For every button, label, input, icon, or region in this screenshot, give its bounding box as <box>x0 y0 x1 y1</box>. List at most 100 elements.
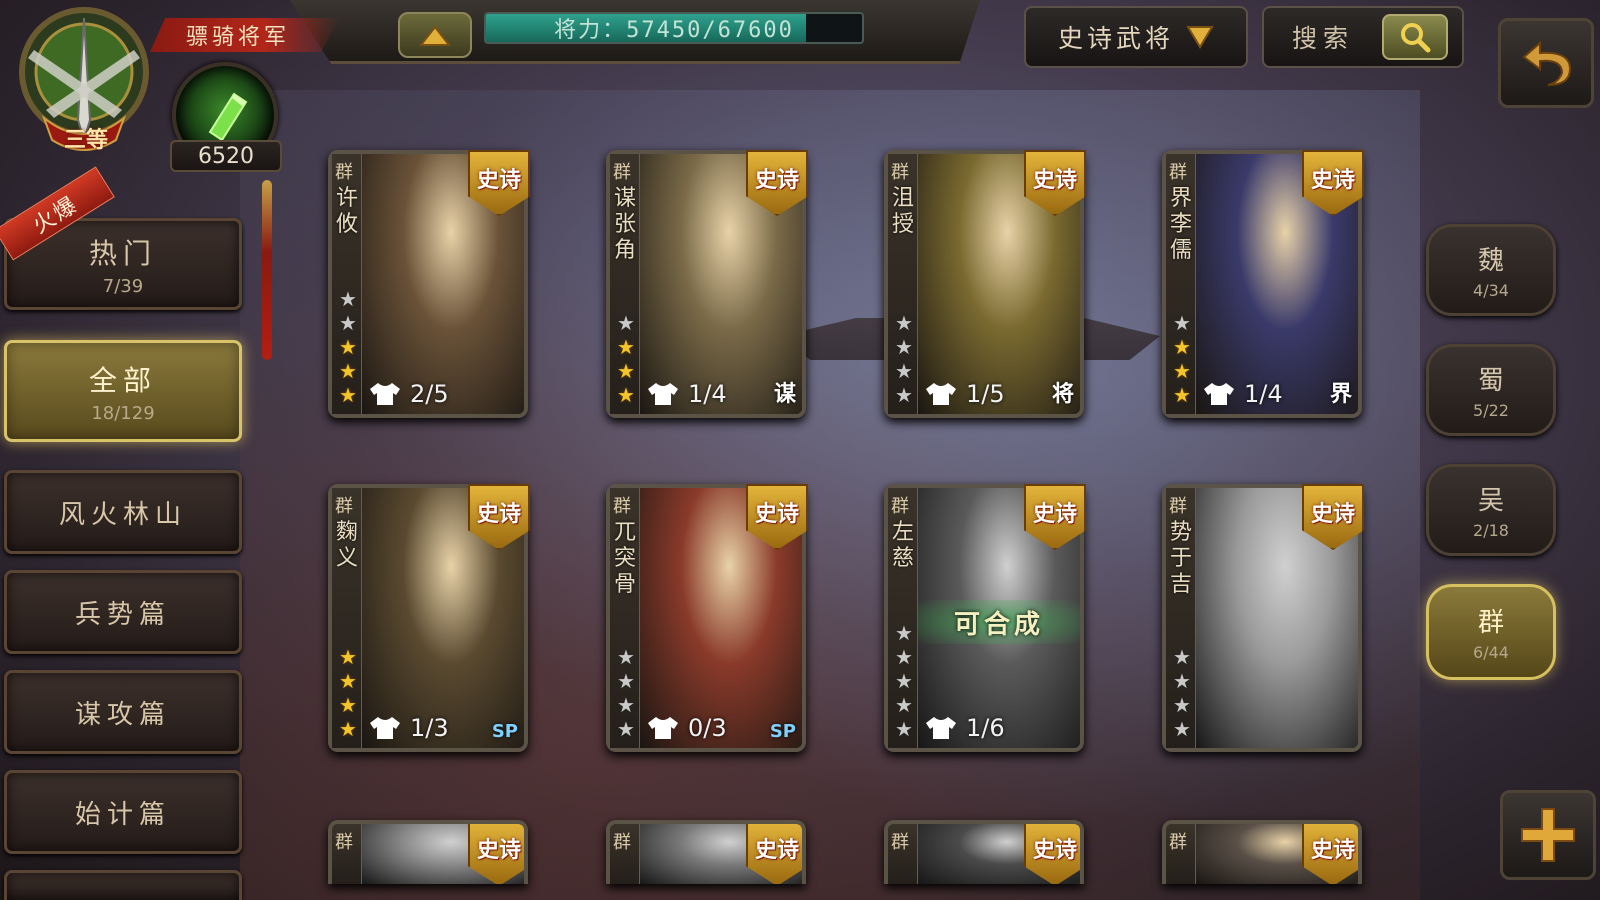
hero-name: 许攸 <box>336 186 359 237</box>
grey-star-icon: ★ <box>1173 311 1191 335</box>
hero-card[interactable]: 群兀突骨 ★ ★ ★ ★ 史诗 0/3 SP <box>606 484 808 752</box>
expand-up-button[interactable] <box>398 12 472 58</box>
grey-star-icon: ★ <box>1173 645 1191 669</box>
hero-faction: 群 <box>1169 832 1187 853</box>
search-icon <box>1401 23 1431 53</box>
skin-count: 1/3 <box>368 714 449 742</box>
hero-name: 谋张角 <box>614 186 637 263</box>
sidebar-tab-label: 兵势篇 <box>74 599 171 630</box>
sidebar-tab-fenghuolinshan[interactable]: 风火林山 <box>4 470 242 554</box>
grey-star-icon: ★ <box>1173 693 1191 717</box>
faction-count: 5/22 <box>1473 401 1509 420</box>
hero-star-rating: ★ ★ ★ ★ <box>1171 646 1193 740</box>
hero-card[interactable]: 群史诗 <box>1162 820 1362 884</box>
search-label: 搜索 <box>1292 24 1355 53</box>
shirt-icon <box>370 383 400 405</box>
triangle-up-icon <box>418 25 452 46</box>
shirt-icon <box>648 383 678 405</box>
skin-count: 1/6 <box>924 714 1005 742</box>
skin-count-text: 1/5 <box>966 380 1005 408</box>
hero-card[interactable]: 群许攸 ★ ★ ★ ★ ★ 史诗 2/5 <box>328 150 530 418</box>
grey-star-icon: ★ <box>895 311 913 335</box>
hero-star-rating: ★ ★ ★ ★ <box>337 646 359 740</box>
rank-emblem[interactable]: 三等 <box>4 0 164 160</box>
gold-star-icon: ★ <box>339 383 357 407</box>
power-progress-text: 将力：57450/67600 <box>554 18 794 43</box>
hero-card[interactable]: 群势于吉 ★ ★ ★ ★ 史诗 <box>1162 484 1364 752</box>
sidebar-tab-bingshi[interactable]: 兵势篇 <box>4 570 242 654</box>
hero-faction: 群 <box>891 832 909 853</box>
hero-faction: 群 <box>335 832 353 853</box>
faction-name: 蜀 <box>1477 366 1504 396</box>
hero-card[interactable]: 群左慈 ★ ★ ★ ★ ★ 史诗 1/6 可合成 <box>884 484 1086 752</box>
skin-count-text: 0/3 <box>688 714 727 742</box>
back-arrow-icon <box>1522 40 1572 86</box>
rank-title: 骠骑将军 <box>150 18 340 52</box>
hero-card[interactable]: 群史诗 <box>328 820 528 884</box>
grey-star-icon: ★ <box>895 621 913 645</box>
faction-tab-wei[interactable]: 魏 4/34 <box>1426 224 1556 316</box>
hero-card[interactable]: 群沮授 ★ ★ ★ ★ 史诗 1/5 将 <box>884 150 1086 418</box>
gold-star-icon: ★ <box>1173 383 1191 407</box>
skin-count-text: 1/3 <box>410 714 449 742</box>
hero-name: 势于吉 <box>1170 520 1193 597</box>
shirt-icon <box>926 717 956 739</box>
hero-faction: 群 <box>613 496 631 517</box>
hero-name: 麴义 <box>336 520 359 571</box>
faction-tab-wu[interactable]: 吴 2/18 <box>1426 464 1556 556</box>
faction-tab-qun[interactable]: 群 6/44 <box>1426 584 1556 680</box>
grey-star-icon: ★ <box>895 335 913 359</box>
gold-star-icon: ★ <box>339 645 357 669</box>
faction-count: 4/34 <box>1473 281 1509 300</box>
search-button[interactable] <box>1382 14 1448 60</box>
add-button[interactable] <box>1500 790 1596 880</box>
skin-count: 1/4 <box>1202 380 1283 408</box>
shirt-icon <box>648 717 678 739</box>
triangle-down-icon <box>1186 26 1214 49</box>
shirt-icon <box>1204 383 1234 405</box>
gold-star-icon: ★ <box>1173 359 1191 383</box>
hero-card[interactable]: 群麴义 ★ ★ ★ ★ 史诗 1/3 SP <box>328 484 530 752</box>
hero-name: 左慈 <box>892 520 915 571</box>
back-button[interactable] <box>1498 18 1594 108</box>
hero-star-rating: ★ ★ ★ ★ <box>1171 312 1193 406</box>
skin-count-text: 2/5 <box>410 380 449 408</box>
sidebar-tab-label: 全部 <box>88 363 157 397</box>
grey-star-icon: ★ <box>895 693 913 717</box>
faction-name: 吴 <box>1477 486 1504 516</box>
sidebar-tab-label: 风火林山 <box>58 499 187 530</box>
gold-star-icon: ★ <box>1173 335 1191 359</box>
faction-tab-shu[interactable]: 蜀 5/22 <box>1426 344 1556 436</box>
shirt-icon <box>926 383 956 405</box>
grey-star-icon: ★ <box>895 383 913 407</box>
hero-faction: 群 <box>1169 162 1187 183</box>
sidebar-tab-all[interactable]: 全部 18/129 <box>4 340 242 442</box>
grey-star-icon: ★ <box>1173 717 1191 741</box>
hero-star-rating: ★ ★ ★ ★ <box>893 312 915 406</box>
power-progress-bar: 将力：57450/67600 <box>484 12 864 44</box>
skin-count-text: 1/6 <box>966 714 1005 742</box>
hero-faction: 群 <box>613 162 631 183</box>
hero-variant-tag: SP <box>491 721 518 742</box>
sidebar-tab-more[interactable] <box>4 870 242 900</box>
hero-star-rating: ★ ★ ★ ★ <box>615 312 637 406</box>
hero-variant-tag: 将 <box>1051 382 1074 407</box>
hero-variant-tag: 谋 <box>773 382 796 407</box>
sidebar-tab-shiji[interactable]: 始计篇 <box>4 770 242 854</box>
hero-card[interactable]: 群界李儒 ★ ★ ★ ★ 史诗 1/4 界 <box>1162 150 1364 418</box>
grey-star-icon: ★ <box>617 645 635 669</box>
hero-card[interactable]: 群史诗 <box>884 820 1084 884</box>
hero-rarity-dropdown[interactable]: 史诗武将 <box>1024 6 1248 68</box>
skin-count: 0/3 <box>646 714 727 742</box>
hero-faction: 群 <box>335 162 353 183</box>
gold-star-icon: ★ <box>339 359 357 383</box>
skin-count: 1/5 <box>924 380 1005 408</box>
sidebar-tab-label: 始计篇 <box>74 799 171 830</box>
hero-star-rating: ★ ★ ★ ★ ★ <box>893 622 915 740</box>
hero-card[interactable]: 群史诗 <box>606 820 806 884</box>
sidebar-tab-mougong[interactable]: 谋攻篇 <box>4 670 242 754</box>
gold-star-icon: ★ <box>339 669 357 693</box>
hero-card[interactable]: 群谋张角 ★ ★ ★ ★ 史诗 1/4 谋 <box>606 150 808 418</box>
gold-star-icon: ★ <box>617 359 635 383</box>
grey-star-icon: ★ <box>617 693 635 717</box>
